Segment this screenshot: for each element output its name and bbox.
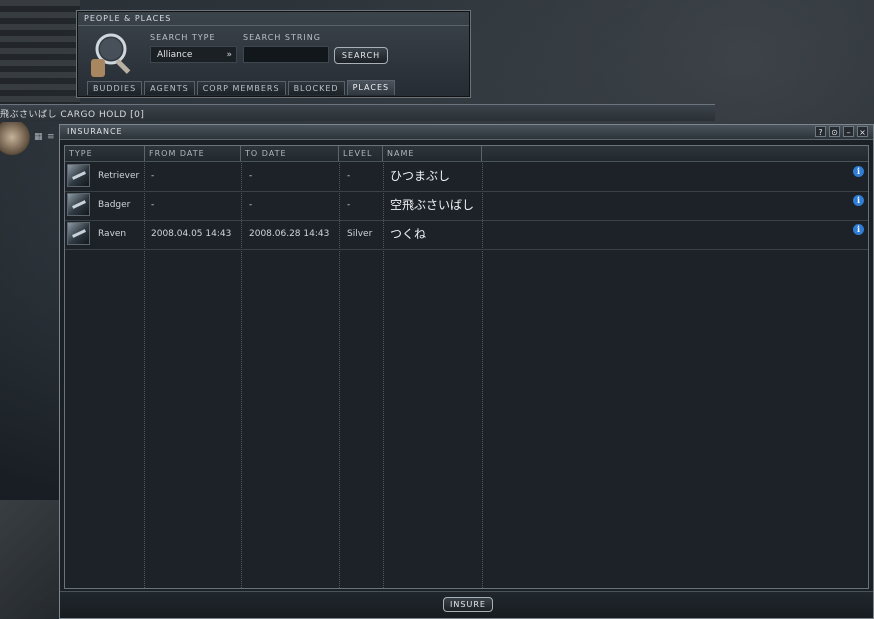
insurance-footer: INSURE	[60, 591, 873, 618]
cell-to-date: 2008.06.28 14:43	[249, 229, 330, 239]
cell-name: つくね	[390, 227, 427, 241]
cell-type: Badger	[98, 200, 131, 210]
column-header-type[interactable]: TYPE	[65, 146, 145, 161]
tab-agents[interactable]: AGENTS	[144, 81, 195, 95]
search-type-label: SEARCH TYPE	[150, 33, 216, 42]
cell-level: Silver	[347, 229, 373, 239]
info-icon[interactable]: i	[853, 224, 864, 235]
insurance-titlebar[interactable]: INSURANCE ? ⊙ – ×	[60, 125, 873, 140]
cell-type: Raven	[98, 229, 127, 239]
insurance-table: TYPE FROM DATE TO DATE LEVEL NAME Retrie…	[64, 145, 869, 589]
tab-corp-members[interactable]: CORP MEMBERS	[196, 81, 286, 95]
column-header-name[interactable]: NAME	[383, 146, 482, 161]
background-structure	[0, 0, 80, 110]
insurance-window: INSURANCE ? ⊙ – × TYPE FROM DATE TO DATE…	[59, 124, 874, 619]
cell-type: Retriever	[98, 171, 140, 181]
tab-buddies[interactable]: BUDDIES	[87, 81, 143, 95]
tab-blocked[interactable]: BLOCKED	[287, 81, 345, 95]
grid-view-icon[interactable]: ▦	[34, 133, 43, 142]
table-row[interactable]: Retriever - - - ひつまぶし i	[65, 162, 868, 192]
table-header: TYPE FROM DATE TO DATE LEVEL NAME	[65, 146, 868, 162]
cargo-item-icon[interactable]	[0, 122, 30, 160]
magnifier-icon	[85, 29, 141, 81]
insurance-title: INSURANCE	[67, 127, 123, 136]
info-icon[interactable]: i	[853, 195, 864, 206]
column-header-to-date[interactable]: TO DATE	[241, 146, 339, 161]
cell-from-date: -	[151, 200, 155, 210]
tab-places[interactable]: PLACES	[346, 80, 396, 95]
minimize-icon[interactable]: –	[843, 126, 854, 137]
cell-level: -	[347, 200, 351, 210]
insure-button[interactable]: INSURE	[443, 597, 493, 612]
cargo-hold-bar[interactable]: 飛ぶさいばし CARGO HOLD [0]	[0, 104, 715, 121]
cell-name: 空飛ぶさいばし	[390, 198, 475, 212]
close-icon[interactable]: ×	[857, 126, 868, 137]
table-row[interactable]: Raven 2008.04.05 14:43 2008.06.28 14:43 …	[65, 220, 868, 250]
ship-icon	[67, 222, 90, 245]
people-places-title: PEOPLE & PLACES	[84, 14, 172, 23]
double-chevron-down-icon: »	[226, 50, 232, 60]
title-divider	[78, 25, 469, 26]
cell-to-date: -	[249, 200, 253, 210]
cell-to-date: -	[249, 171, 253, 181]
column-header-level[interactable]: LEVEL	[339, 146, 383, 161]
cell-name: ひつまぶし	[390, 169, 451, 183]
cell-from-date: 2008.04.05 14:43	[151, 229, 232, 239]
column-header-from-date[interactable]: FROM DATE	[145, 146, 241, 161]
search-type-value: Alliance	[157, 50, 193, 60]
search-button[interactable]: SEARCH	[334, 47, 388, 64]
info-icon[interactable]: i	[853, 166, 864, 177]
options-icon[interactable]: ⊙	[829, 126, 840, 137]
table-row[interactable]: Badger - - - 空飛ぶさいばし i	[65, 191, 868, 221]
ship-icon	[67, 193, 90, 216]
search-string-input[interactable]	[243, 46, 329, 63]
cell-from-date: -	[151, 171, 155, 181]
help-icon[interactable]: ?	[815, 126, 826, 137]
people-places-window: PEOPLE & PLACES SEARCH TYPE SEARCH STRIN…	[76, 10, 471, 98]
cargo-hold-label: 飛ぶさいばし CARGO HOLD [0]	[0, 110, 145, 120]
people-places-tabs: BUDDIES AGENTS CORP MEMBERS BLOCKED PLAC…	[87, 80, 396, 96]
background-rock	[0, 500, 62, 619]
cell-level: -	[347, 171, 351, 181]
search-type-select[interactable]: Alliance »	[150, 46, 237, 63]
list-view-icon[interactable]: ≡	[47, 133, 56, 142]
search-string-label: SEARCH STRING	[243, 33, 321, 42]
ship-icon	[67, 164, 90, 187]
